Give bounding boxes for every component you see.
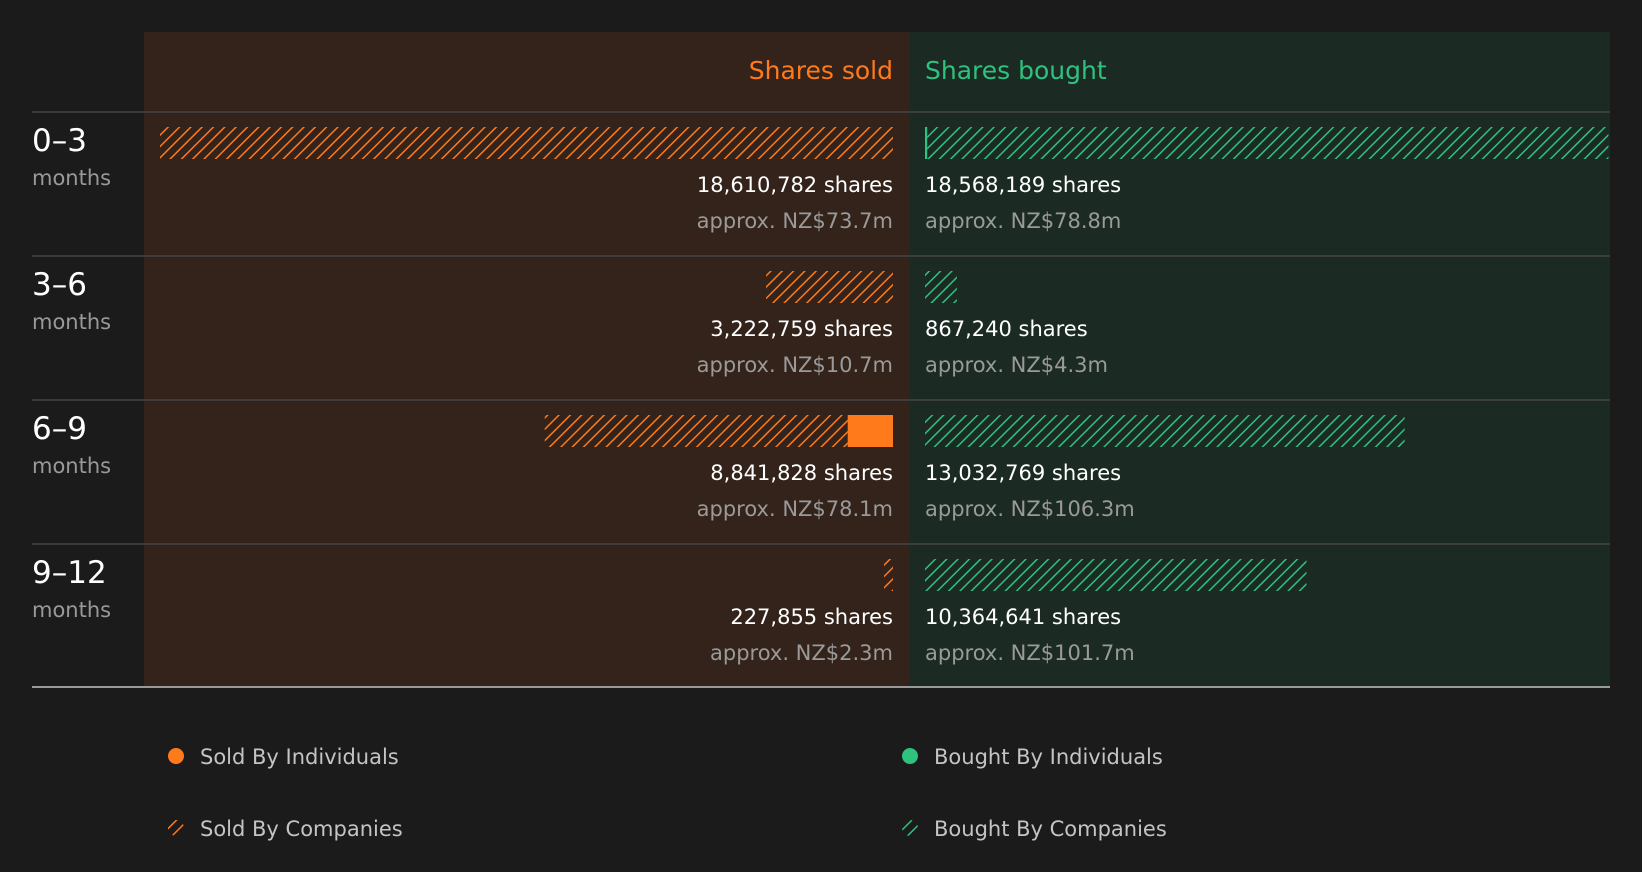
insider-trading-chart: Shares sold Shares bought 0–3 months 18,61… [0,0,1642,872]
sold-value-total: approx. NZ$73.7m [697,209,893,233]
bar-sold-individuals [847,415,893,447]
sold-shares-total: 3,222,759 shares [710,317,893,341]
sold-header: Shares sold [749,56,893,85]
period-unit-label: months [32,598,111,622]
chart-svg: Shares sold Shares bought 0–3 months 18,61… [32,32,1610,841]
period-range-label: 0–3 [32,123,87,159]
period-unit-label: months [32,454,111,478]
sold-value-total: approx. NZ$10.7m [697,353,893,377]
legend-label: Sold By Individuals [200,745,399,769]
bought-shares-total: 867,240 shares [925,317,1088,341]
bar-sold-companies [544,415,848,447]
legend-swatch [168,748,184,764]
legend-item: Sold By Companies [168,817,403,841]
period-range-label: 6–9 [32,411,87,447]
bar-sold-companies [766,271,893,303]
bought-value-total: approx. NZ$101.7m [925,641,1135,665]
bar-bought-individuals [925,127,928,159]
bar-bought-companies [925,415,1405,447]
bought-value-total: approx. NZ$78.8m [925,209,1121,233]
legend-swatch [902,820,918,836]
bar-bought-companies [925,271,957,303]
sold-value-total: approx. NZ$78.1m [697,497,893,521]
legend-swatch [168,820,184,836]
legend-item: Bought By Individuals [902,745,1163,769]
bought-shares-total: 18,568,189 shares [925,173,1121,197]
bought-value-total: approx. NZ$4.3m [925,353,1108,377]
legend-label: Bought By Companies [934,817,1167,841]
legend-label: Sold By Companies [200,817,403,841]
bar-bought-companies [927,127,1609,159]
period-range-label: 9–12 [32,555,107,591]
legend-item: Bought By Companies [902,817,1167,841]
legend-swatch [902,748,918,764]
period-unit-label: months [32,166,111,190]
sold-value-total: approx. NZ$2.3m [710,641,893,665]
period-unit-label: months [32,310,111,334]
bought-header: Shares bought [925,56,1107,85]
sold-shares-total: 8,841,828 shares [710,461,893,485]
sold-shares-total: 227,855 shares [730,605,893,629]
bar-sold-companies [160,127,893,159]
sold-shares-total: 18,610,782 shares [697,173,893,197]
period-range-label: 3–6 [32,267,87,303]
legend-label: Bought By Individuals [934,745,1163,769]
bought-shares-total: 10,364,641 shares [925,605,1121,629]
bar-bought-companies [925,559,1307,591]
bought-shares-total: 13,032,769 shares [925,461,1121,485]
legend-item: Sold By Individuals [168,745,399,769]
legend: Sold By Individuals Bought By Individuals… [168,745,1167,841]
bar-sold-companies [884,559,893,591]
bought-value-total: approx. NZ$106.3m [925,497,1135,521]
